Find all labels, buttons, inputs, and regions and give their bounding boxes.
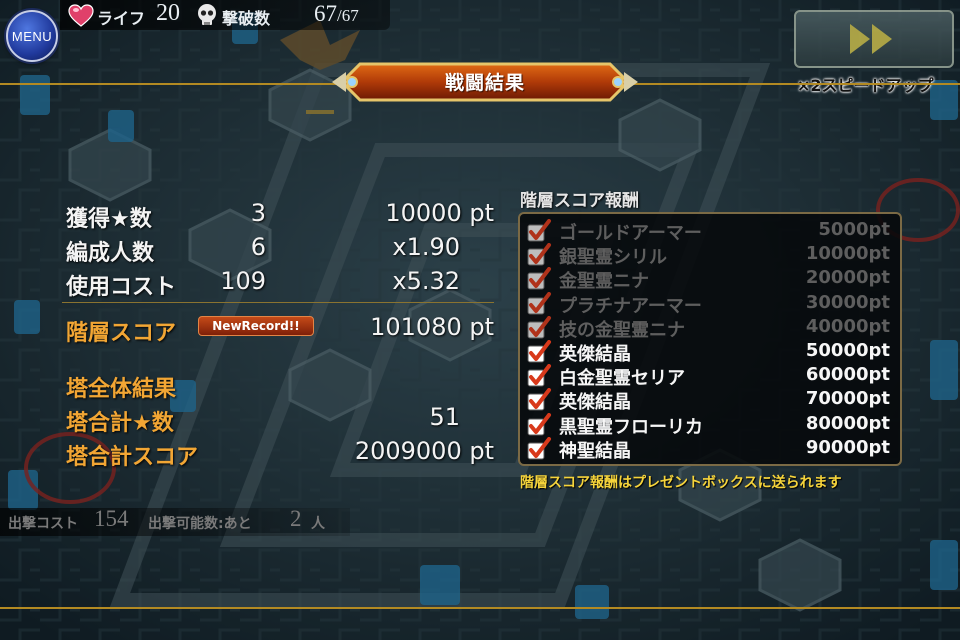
members-label: 編成人数 <box>66 241 155 266</box>
reward-row: 英傑結晶 50000pt <box>524 340 894 365</box>
reward-points: 5000pt <box>818 219 890 240</box>
checkbox-checked-icon <box>527 243 551 266</box>
checkbox-checked-icon <box>527 364 551 387</box>
new-record-badge: NewRecord!! <box>198 316 314 336</box>
stars-label: 獲得★数 <box>66 207 152 232</box>
stars-value: 3 <box>250 199 266 227</box>
members-multiplier: x1.90 <box>392 233 460 261</box>
kills-counter: 67/67 <box>314 1 359 27</box>
reward-row: ゴールドアーマー 5000pt <box>524 219 894 244</box>
reward-row: 技の金聖霊ニナ 40000pt <box>524 315 894 341</box>
reward-name: 銀聖霊シリル <box>559 247 667 269</box>
tower-stars-label: 塔合計★数 <box>66 411 174 436</box>
reward-points: 50000pt <box>805 340 890 361</box>
deployable-value: 2 <box>290 506 302 531</box>
reward-points: 30000pt <box>805 291 890 313</box>
reward-points: 80000pt <box>805 412 890 434</box>
kills-total: /67 <box>337 6 359 25</box>
kills-value: 67 <box>314 1 337 26</box>
reward-row: 黒聖霊フローリカ 80000pt <box>524 412 894 438</box>
checkbox-checked-icon <box>527 388 551 411</box>
heart-icon <box>68 4 94 27</box>
reward-name: 黒聖霊フローリカ <box>559 416 703 438</box>
floor-reward-title: 階層スコア報酬 <box>520 191 639 211</box>
reward-points: 90000pt <box>805 436 890 458</box>
checkbox-checked-icon <box>527 436 551 460</box>
checkbox-checked-icon <box>527 340 551 363</box>
reward-row: 白金聖霊セリア 60000pt <box>524 364 894 390</box>
tower-score-label: 塔合計スコア <box>66 445 199 470</box>
bottom-divider-line <box>0 607 960 609</box>
reward-name: 英傑結晶 <box>559 392 631 414</box>
reward-name: 神聖結晶 <box>559 440 631 462</box>
reward-row: プラチナアーマー 30000pt <box>524 291 894 317</box>
sortie-cost-label: 出撃コスト <box>8 516 78 532</box>
deployable-label: 出撃可能数:あと <box>148 516 252 532</box>
reward-name: 金聖霊ニナ <box>559 271 649 293</box>
reward-row: 神聖結晶 90000pt <box>524 436 894 462</box>
reward-points: 70000pt <box>805 388 890 410</box>
reward-delivery-note: 階層スコア報酬はプレゼントボックスに送られます <box>520 475 842 491</box>
speed-up-button[interactable] <box>794 10 954 68</box>
tower-results-header: 塔全体結果 <box>66 377 177 402</box>
banner-title: 戦闘結果 <box>444 72 525 94</box>
reward-name: 英傑結晶 <box>559 344 631 365</box>
menu-button-label: MENU <box>11 28 53 44</box>
stars-points: 10000 pt <box>385 199 494 227</box>
reward-name: ゴールドアーマー <box>559 223 702 244</box>
life-label: ライフ <box>97 9 146 28</box>
sortie-cost-value: 154 <box>94 506 129 531</box>
battle-result-banner: 戦闘結果 <box>330 60 640 104</box>
reward-points: 60000pt <box>805 364 890 386</box>
checkbox-checked-icon <box>527 219 551 242</box>
reward-row: 金聖霊ニナ 20000pt <box>524 267 894 293</box>
fast-forward-icon <box>850 24 892 54</box>
floor-score-label: 階層スコア <box>66 321 177 346</box>
floor-score-value: 101080 pt <box>370 313 494 341</box>
cost-value: 109 <box>220 267 266 295</box>
cost-multiplier: x5.32 <box>392 267 460 295</box>
reward-points: 40000pt <box>805 315 890 337</box>
reward-name: 白金聖霊セリア <box>559 368 685 390</box>
tower-score-value: 2009000 pt <box>354 437 494 465</box>
reward-name: 技の金聖霊ニナ <box>559 319 685 341</box>
reward-row: 銀聖霊シリル 10000pt <box>524 243 894 269</box>
checkbox-checked-icon <box>527 291 551 315</box>
kills-label: 撃破数 <box>222 9 271 28</box>
checkbox-checked-icon <box>527 315 551 339</box>
tower-stars-value: 51 <box>429 403 460 431</box>
reward-points: 20000pt <box>805 267 890 289</box>
checkbox-checked-icon <box>527 267 551 290</box>
skull-icon <box>198 4 216 25</box>
reward-row: 英傑結晶 70000pt <box>524 388 894 414</box>
reward-name: プラチナアーマー <box>559 295 702 317</box>
reward-points: 10000pt <box>805 243 890 265</box>
members-value: 6 <box>250 233 266 261</box>
menu-button[interactable]: MENU <box>6 10 58 62</box>
checkbox-checked-icon <box>527 412 551 436</box>
life-value: 20 <box>156 0 180 26</box>
deployable-unit: 人 <box>311 516 325 532</box>
cost-label: 使用コスト <box>66 275 177 300</box>
results-divider <box>62 302 494 303</box>
